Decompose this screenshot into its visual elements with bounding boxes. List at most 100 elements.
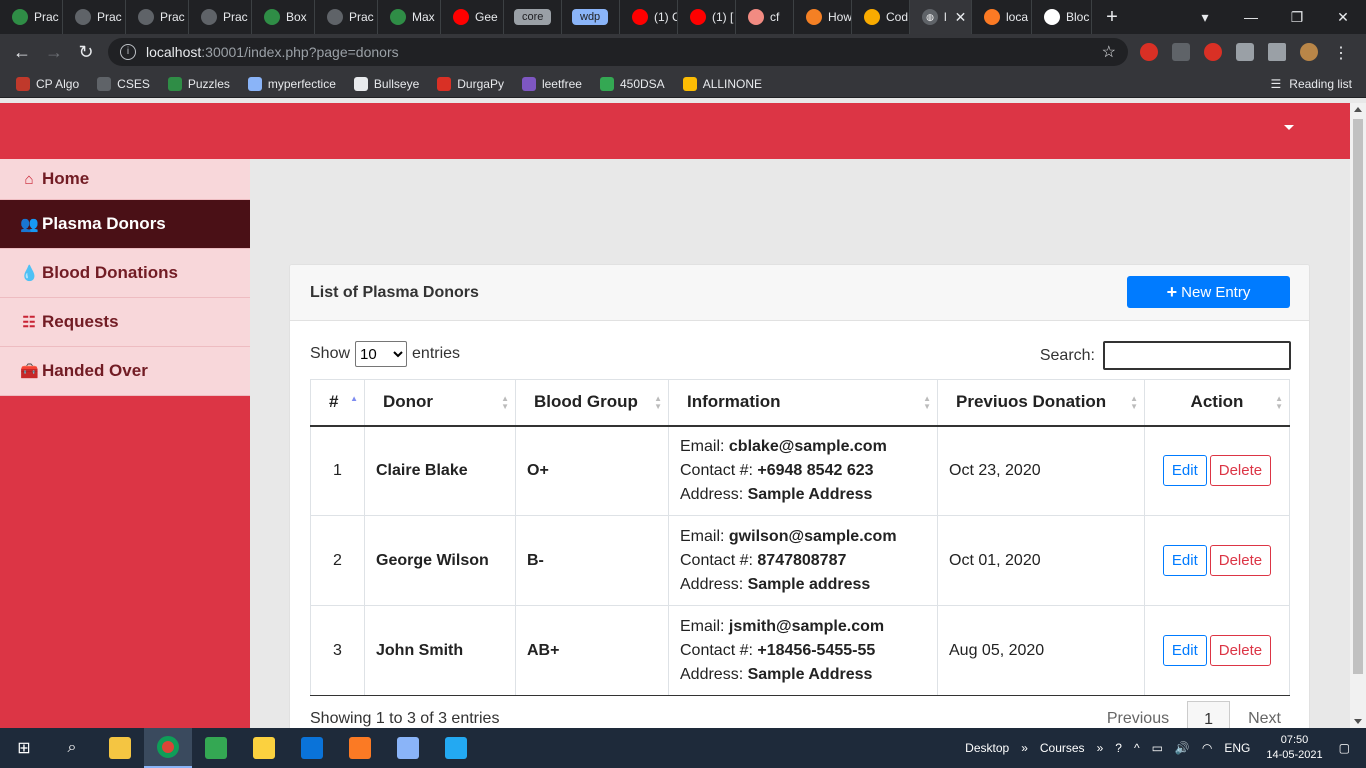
bookmark-item[interactable]: DurgaPy (437, 76, 504, 91)
scroll-down-icon[interactable] (1354, 719, 1362, 724)
browser-tab[interactable]: Box (252, 0, 315, 34)
desktop-toolbar[interactable]: Desktop (965, 741, 1009, 755)
bookmark-item[interactable]: Bullseye (353, 76, 419, 91)
media-icon[interactable] (1268, 43, 1286, 61)
back-icon[interactable]: ← (6, 42, 38, 63)
edit-button[interactable]: Edit (1162, 635, 1207, 666)
reading-list-button[interactable]: ☰ Reading list (1271, 77, 1352, 91)
sidebar-item-requests[interactable]: ☷ Requests (0, 298, 250, 347)
email-label: Email: (680, 437, 725, 455)
mail-icon[interactable] (288, 728, 336, 768)
menu-icon[interactable]: ⋮ (1332, 43, 1350, 62)
wifi-icon[interactable]: ◠ (1202, 741, 1212, 755)
courses-toolbar[interactable]: Courses (1040, 741, 1085, 755)
column-header-number[interactable]: # ▲ (310, 379, 365, 427)
sidebar-item-plasma-donors[interactable]: 👥 Plasma Donors (0, 200, 250, 249)
user-dropdown-icon[interactable] (1284, 125, 1294, 130)
column-header-blood-group[interactable]: Blood Group ▲ ▼ (515, 379, 669, 427)
browser-tab[interactable]: How (794, 0, 852, 34)
code-extension-icon[interactable] (1172, 43, 1190, 61)
delete-button[interactable]: Delete (1209, 545, 1272, 576)
search-icon[interactable]: ⌕ (48, 728, 96, 768)
browser-tab[interactable]: (1) [ (678, 0, 736, 34)
clock[interactable]: 07:50 14-05-2021 (1266, 733, 1322, 763)
search-input[interactable] (1103, 341, 1291, 370)
xampp-icon[interactable] (336, 728, 384, 768)
edit-button[interactable]: Edit (1162, 455, 1207, 487)
previous-donation-date: Oct 23, 2020 (937, 425, 1145, 516)
column-header-previous-donation[interactable]: Previuos Donation ▲ ▼ (937, 379, 1145, 427)
sidebar-item-handed-over[interactable]: 🧰 Handed Over (0, 347, 250, 396)
scroll-up-icon[interactable] (1354, 107, 1362, 112)
volume-icon[interactable]: 🔊 (1175, 741, 1190, 755)
avatar[interactable] (1300, 43, 1318, 61)
chevron-icon[interactable]: » (1097, 741, 1104, 755)
next-page-button[interactable]: Next (1240, 710, 1289, 728)
vscode-icon[interactable] (432, 728, 480, 768)
windows-start-icon[interactable]: ⊞ (0, 728, 48, 768)
entries-per-page-select[interactable]: 10 (355, 341, 408, 367)
bookmark-item[interactable]: 450DSA (599, 76, 665, 91)
browser-tab[interactable]: loca (972, 0, 1032, 34)
notifications-icon[interactable]: ▢ (1339, 741, 1350, 755)
browser-tab[interactable]: Prac (126, 0, 189, 34)
youtube-extension-icon[interactable] (1140, 43, 1158, 61)
browser-tab[interactable]: wdp (562, 0, 620, 34)
puzzle-icon[interactable] (1236, 43, 1254, 61)
sidebar-item-home[interactable]: ⌂ Home (0, 159, 250, 200)
bookmark-item[interactable]: myperfectice (247, 76, 336, 91)
sidebar: ⌂ Home 👥 Plasma Donors 💧 Blood Donations… (0, 159, 250, 728)
browser-tab[interactable]: Max (378, 0, 441, 34)
browser-tab[interactable]: core (504, 0, 562, 34)
new-tab-button[interactable]: + (1092, 6, 1132, 29)
page-scrollbar[interactable] (1350, 103, 1366, 728)
browser-tab[interactable]: Prac (315, 0, 378, 34)
browser-tab[interactable]: Prac (189, 0, 252, 34)
forward-icon[interactable]: → (38, 42, 70, 63)
bookmark-item[interactable]: Puzzles (167, 76, 230, 91)
gfg-icon (264, 9, 280, 25)
browser-tab[interactable]: Prac (0, 0, 63, 34)
bookmark-item[interactable]: CP Algo (16, 76, 79, 91)
show-hidden-icons[interactable]: ^ (1134, 741, 1140, 755)
paint-icon[interactable] (192, 728, 240, 768)
bookmark-item[interactable]: CSES (97, 76, 150, 91)
battery-icon[interactable]: ▭ (1152, 741, 1163, 755)
browser-tab[interactable]: cf (736, 0, 794, 34)
new-entry-button[interactable]: + New Entry (1127, 276, 1290, 308)
profile-dropdown-icon[interactable]: ▾ (1182, 9, 1228, 26)
notepad-icon[interactable] (384, 728, 432, 768)
delete-button[interactable]: Delete (1209, 455, 1272, 487)
delete-button[interactable]: Delete (1209, 635, 1272, 666)
info-icon[interactable]: i (120, 44, 136, 60)
sidebar-item-blood-donations[interactable]: 💧 Blood Donations (0, 249, 250, 298)
browser-tab[interactable]: Prac (63, 0, 126, 34)
restore-icon[interactable]: ❐ (1274, 9, 1320, 26)
minimize-icon[interactable]: — (1228, 9, 1274, 25)
tab-active[interactable]: ◍ l ✕ (910, 0, 972, 34)
bookmark-item[interactable]: leetfree (521, 76, 582, 91)
column-header-information[interactable]: Information ▲ ▼ (668, 379, 938, 427)
close-icon[interactable]: ✕ (955, 9, 967, 26)
browser-tab[interactable]: Cod (852, 0, 910, 34)
file-explorer-icon[interactable] (96, 728, 144, 768)
language-indicator[interactable]: ENG (1224, 741, 1250, 755)
url-bar[interactable]: i localhost:30001/index.php?page=donors … (108, 38, 1128, 66)
column-header-donor[interactable]: Donor ▲ ▼ (364, 379, 516, 427)
bookmark-star-icon[interactable]: ☆ (1102, 42, 1116, 62)
chevron-icon[interactable]: » (1021, 741, 1028, 755)
browser-tab[interactable]: Gee (441, 0, 504, 34)
edit-button[interactable]: Edit (1162, 545, 1207, 576)
chrome-icon[interactable] (144, 728, 192, 768)
scrollbar-thumb[interactable] (1353, 119, 1363, 674)
sticky-notes-icon[interactable] (240, 728, 288, 768)
bookmark-item[interactable]: ALLINONE (682, 76, 762, 91)
reload-icon[interactable]: ↻ (70, 42, 102, 63)
browser-tab[interactable]: (1) C (620, 0, 678, 34)
close-window-icon[interactable]: ✕ (1320, 9, 1366, 26)
previous-page-button[interactable]: Previous (1099, 710, 1177, 728)
help-icon[interactable]: ? (1115, 741, 1122, 755)
column-header-action[interactable]: Action ▲ ▼ (1144, 379, 1290, 427)
adblock-icon[interactable] (1204, 43, 1222, 61)
browser-tab[interactable]: Bloc (1032, 0, 1092, 34)
